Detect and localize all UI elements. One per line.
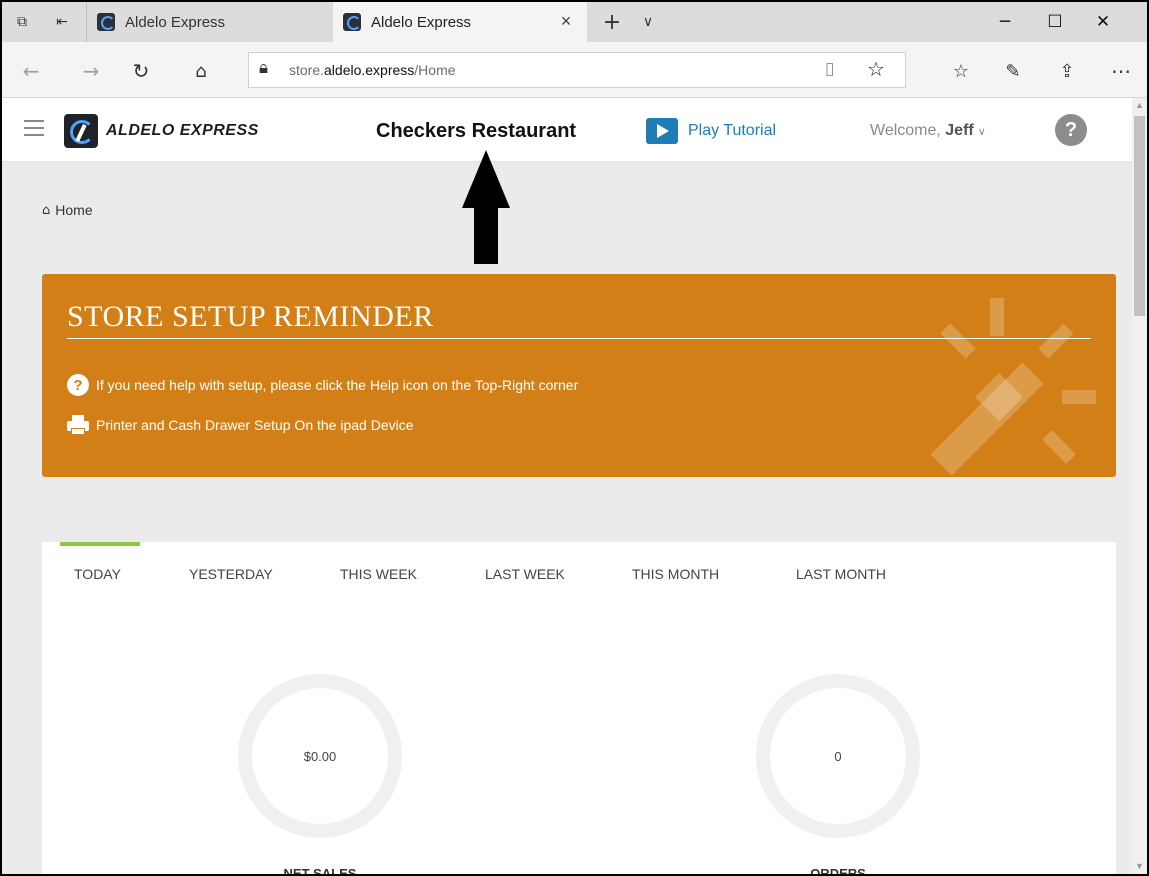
annotation-arrow xyxy=(462,150,510,264)
tab-this-week[interactable]: THIS WEEK xyxy=(340,566,417,582)
logo-text: ALDELO EXPRESS xyxy=(106,122,259,139)
home-button[interactable]: ⌂ xyxy=(186,56,216,86)
play-icon xyxy=(646,118,678,144)
net-sales-value: $0.00 xyxy=(303,748,337,764)
sales-summary-panel: TODAY YESTERDAY THIS WEEK LAST WEEK THIS… xyxy=(42,542,1116,876)
tab-last-week[interactable]: LAST WEEK xyxy=(485,566,565,582)
reminder-printer-text[interactable]: Printer and Cash Drawer Setup On the ipa… xyxy=(96,417,414,433)
tab-today[interactable]: TODAY xyxy=(74,566,121,582)
orders-value: 0 xyxy=(834,748,842,764)
tab-title: Aldelo Express xyxy=(125,13,226,31)
play-tutorial-label: Play Tutorial xyxy=(688,122,777,139)
forward-button[interactable]: → xyxy=(76,56,106,86)
address-bar[interactable]: 🔒︎ store.aldelo.express/Home ▯ ☆ xyxy=(248,52,906,88)
hamburger-menu-icon[interactable] xyxy=(24,120,44,136)
tab-last-month[interactable]: LAST MONTH xyxy=(796,566,886,582)
close-window-button[interactable]: ✕ xyxy=(1080,8,1126,36)
set-aside-tabs-icon[interactable]: ⇤ xyxy=(50,10,74,34)
user-name: Jeff xyxy=(945,122,974,139)
tab-aldelo-active[interactable]: Aldelo Express × xyxy=(333,2,587,42)
tab-aldelo-inactive[interactable]: Aldelo Express xyxy=(86,2,332,42)
reminder-help-text: If you need help with setup, please clic… xyxy=(96,377,579,393)
refresh-button[interactable]: ↻ xyxy=(126,56,156,86)
aldelo-favicon-icon xyxy=(343,13,361,31)
app-header: ALDELO EXPRESS Checkers Restaurant Play … xyxy=(2,98,1132,162)
breadcrumb-home[interactable]: Home xyxy=(55,202,92,218)
page-content: ALDELO EXPRESS Checkers Restaurant Play … xyxy=(2,98,1132,876)
scroll-thumb[interactable] xyxy=(1134,116,1145,316)
breadcrumb: ⌂ Home xyxy=(42,202,93,218)
orders-label: ORDERS xyxy=(810,866,866,876)
navigation-bar: ← → ↻ ⌂ 🔒︎ store.aldelo.express/Home ▯ ☆… xyxy=(2,42,1147,98)
maximize-button[interactable]: ☐ xyxy=(1032,8,1078,36)
chevron-down-icon: ∨ xyxy=(977,125,986,138)
net-sales-label: NET SALES xyxy=(283,866,357,876)
store-name: Checkers Restaurant xyxy=(376,120,577,142)
tab-this-month[interactable]: THIS MONTH xyxy=(632,566,719,582)
help-button[interactable]: ? xyxy=(1055,114,1087,146)
favorite-star-icon[interactable]: ☆ xyxy=(867,57,885,81)
home-icon: ⌂ xyxy=(42,202,51,218)
web-note-icon[interactable]: ✎ xyxy=(998,56,1028,86)
divider xyxy=(67,338,1091,339)
scroll-down-icon[interactable]: ▼ xyxy=(1135,861,1144,871)
more-menu-icon[interactable]: ⋯ xyxy=(1106,56,1136,86)
user-menu[interactable]: Welcome, Jeff ∨ xyxy=(870,122,986,140)
reminder-printer-line[interactable]: Printer and Cash Drawer Setup On the ipa… xyxy=(67,414,414,436)
tab-close-icon[interactable]: × xyxy=(555,11,577,32)
reading-view-icon[interactable]: ▯ xyxy=(825,59,834,79)
lock-icon: 🔒︎ xyxy=(259,58,269,78)
tab-actions-icon[interactable]: ⧉ xyxy=(10,10,34,34)
play-tutorial-button[interactable]: Play Tutorial xyxy=(646,118,776,144)
active-tab-indicator xyxy=(60,542,140,546)
favorites-hub-icon[interactable]: ☆ xyxy=(946,56,976,86)
reminder-title: STORE SETUP REMINDER xyxy=(67,300,434,333)
new-tab-button[interactable]: + xyxy=(600,10,624,35)
vertical-scrollbar[interactable]: ▲ ▼ xyxy=(1132,98,1147,874)
minimize-button[interactable]: ─ xyxy=(982,8,1028,36)
share-icon[interactable]: ⇪ xyxy=(1052,56,1082,86)
net-sales-ring: $0.00 xyxy=(238,674,402,838)
reminder-help-line: ? If you need help with setup, please cl… xyxy=(67,374,578,396)
browser-window: ⧉ ⇤ Aldelo Express Aldelo Express × + ∨ … xyxy=(0,0,1149,876)
printer-icon xyxy=(67,414,89,436)
aldelo-favicon-icon xyxy=(97,13,115,31)
aldelo-logo-icon xyxy=(64,114,98,148)
store-setup-reminder-panel: STORE SETUP REMINDER ? If you need help … xyxy=(42,274,1116,477)
help-circle-icon: ? xyxy=(67,374,89,396)
aldelo-logo[interactable]: ALDELO EXPRESS xyxy=(64,114,259,148)
orders-ring: 0 xyxy=(756,674,920,838)
tab-title: Aldelo Express xyxy=(371,13,472,31)
tab-yesterday[interactable]: YESTERDAY xyxy=(189,566,273,582)
scroll-up-icon[interactable]: ▲ xyxy=(1135,100,1144,110)
url-text: store.aldelo.express/Home xyxy=(289,62,456,78)
back-button[interactable]: ← xyxy=(16,56,46,86)
tab-bar: ⧉ ⇤ Aldelo Express Aldelo Express × + ∨ … xyxy=(2,2,1147,42)
tab-preview-chevron-icon[interactable]: ∨ xyxy=(636,10,660,34)
